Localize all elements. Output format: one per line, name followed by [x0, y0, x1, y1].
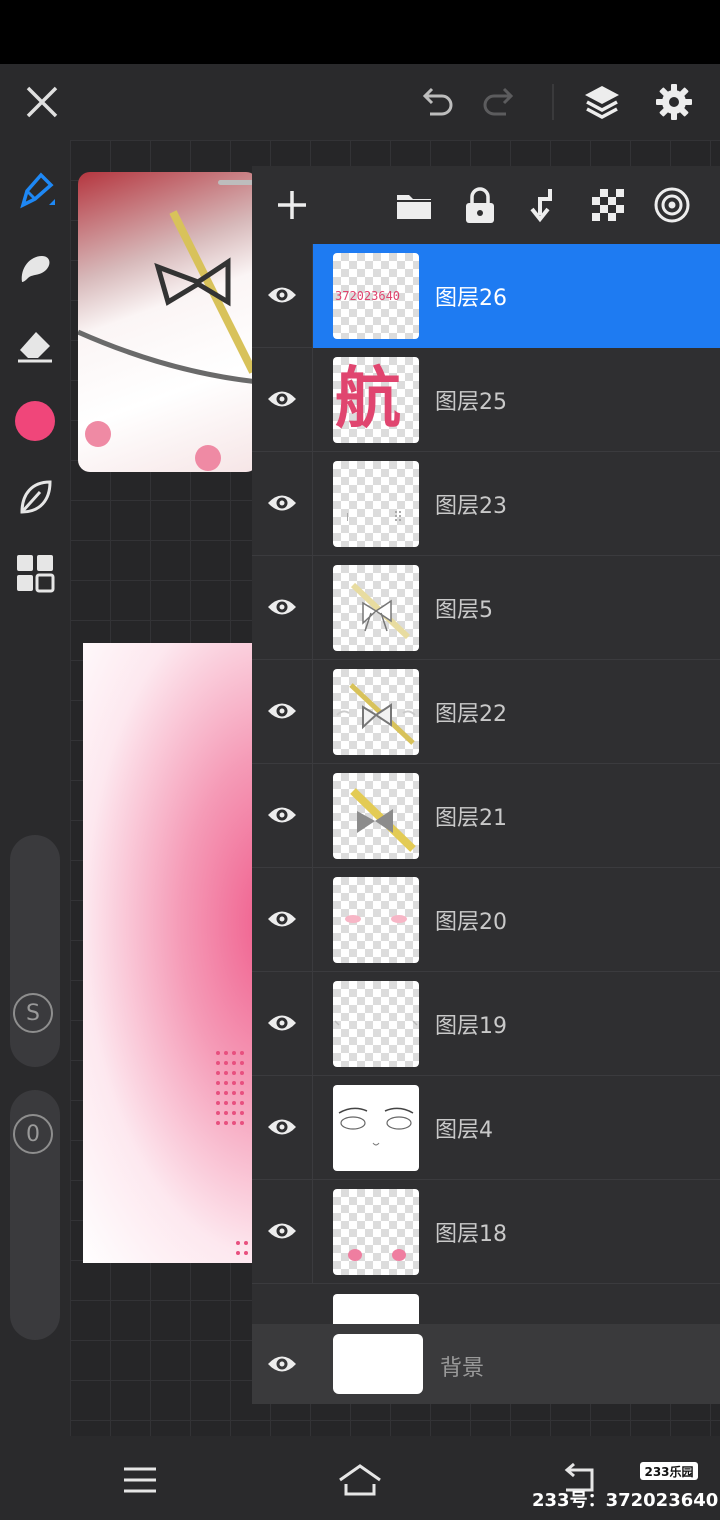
- eye-icon[interactable]: [264, 485, 300, 521]
- target-icon[interactable]: [648, 181, 696, 229]
- eye-icon[interactable]: [264, 1213, 300, 1249]
- eye-icon[interactable]: [264, 277, 300, 313]
- divider: [312, 868, 313, 972]
- layer-thumbnail: [333, 461, 419, 547]
- eye-icon[interactable]: [264, 901, 300, 937]
- layer-row[interactable]: 图层4: [252, 1076, 720, 1180]
- eye-icon[interactable]: [264, 1005, 300, 1041]
- layer-name: 图层18: [435, 1222, 507, 1247]
- layer-row[interactable]: 图层20: [252, 868, 720, 972]
- status-bar: [0, 0, 720, 64]
- eraser-tool-icon[interactable]: [10, 320, 60, 370]
- layer-thumbnail: [333, 1085, 419, 1171]
- layer-name: 图层21: [435, 806, 507, 831]
- background-layer-name: 背景: [440, 1356, 485, 1381]
- folder-icon[interactable]: [390, 181, 438, 229]
- layer-row[interactable]: 图层22: [252, 660, 720, 764]
- redo-icon[interactable]: [476, 78, 524, 126]
- layer-name: 图层19: [435, 1014, 507, 1039]
- background-layer-row[interactable]: 背景: [252, 1324, 720, 1404]
- leaf-brush-icon[interactable]: [10, 472, 60, 522]
- layer-thumbnail: [333, 1189, 419, 1275]
- transparency-icon[interactable]: [584, 181, 632, 229]
- divider: [312, 660, 313, 764]
- layers-toolbar: [252, 166, 720, 244]
- divider: [312, 1076, 313, 1180]
- divider: [312, 244, 313, 348]
- add-layer-icon[interactable]: [268, 181, 316, 229]
- divider: [312, 1180, 313, 1284]
- pen-tool-icon[interactable]: [10, 166, 60, 216]
- eye-icon[interactable]: [264, 797, 300, 833]
- layer-row[interactable]: 图层19: [252, 972, 720, 1076]
- layer-name: 图层22: [435, 702, 507, 727]
- layer-thumbnail: [333, 981, 419, 1067]
- undo-icon[interactable]: [412, 78, 460, 126]
- top-bar: [0, 64, 720, 140]
- menu-icon[interactable]: [114, 1454, 166, 1506]
- artwork-preview: [83, 643, 258, 1263]
- layer-thumbnail: [333, 565, 419, 651]
- settings-icon[interactable]: [650, 78, 698, 126]
- eye-icon[interactable]: [264, 589, 300, 625]
- watermark-text: 233号：372023640: [532, 1490, 719, 1511]
- eye-icon[interactable]: [264, 381, 300, 417]
- layer-name: 图层5: [435, 598, 493, 623]
- layers-panel: 372023640 图层26 航 图层25 图层23 图层5 图层22 图层21…: [252, 166, 720, 1404]
- home-icon[interactable]: [334, 1454, 386, 1506]
- divider: [312, 764, 313, 868]
- layer-name: 图层26: [435, 286, 507, 311]
- layer-thumbnail: [333, 773, 419, 859]
- brush-size-slider[interactable]: S: [10, 835, 60, 1067]
- layer-name: 图层4: [435, 1118, 493, 1143]
- divider: [312, 556, 313, 660]
- layer-name: 图层20: [435, 910, 507, 935]
- layer-row[interactable]: 图层23: [252, 452, 720, 556]
- watermark-logo: 233乐园: [640, 1462, 698, 1480]
- opacity-slider[interactable]: 0: [10, 1090, 60, 1340]
- layers-icon[interactable]: [578, 78, 626, 126]
- smudge-tool-icon[interactable]: [10, 244, 60, 294]
- eye-icon[interactable]: [264, 693, 300, 729]
- eye-icon[interactable]: [264, 1109, 300, 1145]
- close-icon[interactable]: [18, 78, 66, 126]
- layer-thumbnail: 372023640: [333, 253, 419, 339]
- thumbnail-text: 372023640: [335, 289, 401, 303]
- merge-down-icon[interactable]: [520, 181, 568, 229]
- layer-row[interactable]: 图层21: [252, 764, 720, 868]
- layer-row[interactable]: 图层5: [252, 556, 720, 660]
- layer-thumbnail: [333, 877, 419, 963]
- grid-tool-icon[interactable]: [10, 548, 60, 598]
- lock-icon[interactable]: [456, 181, 504, 229]
- eye-icon[interactable]: [264, 1346, 300, 1382]
- current-color-swatch[interactable]: [15, 401, 55, 441]
- reference-image[interactable]: [78, 172, 258, 472]
- divider: [312, 972, 313, 1076]
- divider: [312, 348, 313, 452]
- toolbar-separator: [552, 84, 554, 120]
- color-picker[interactable]: [10, 396, 60, 446]
- layer-thumbnail: [333, 669, 419, 755]
- layer-name: 图层25: [435, 390, 507, 415]
- layer-row[interactable]: 372023640 图层26: [252, 244, 720, 348]
- tool-sidebar: S 0: [0, 140, 70, 1436]
- thumbnail-text: 航: [335, 360, 401, 437]
- opacity-knob[interactable]: 0: [13, 1114, 53, 1154]
- background-thumbnail: [333, 1334, 423, 1394]
- layer-row[interactable]: 航 图层25: [252, 348, 720, 452]
- layer-thumbnail: 航: [333, 357, 419, 443]
- layer-row[interactable]: 图层18: [252, 1180, 720, 1284]
- divider: [312, 452, 313, 556]
- layer-thumbnail-partial: [333, 1294, 419, 1324]
- brush-size-knob[interactable]: S: [13, 993, 53, 1033]
- layer-name: 图层23: [435, 494, 507, 519]
